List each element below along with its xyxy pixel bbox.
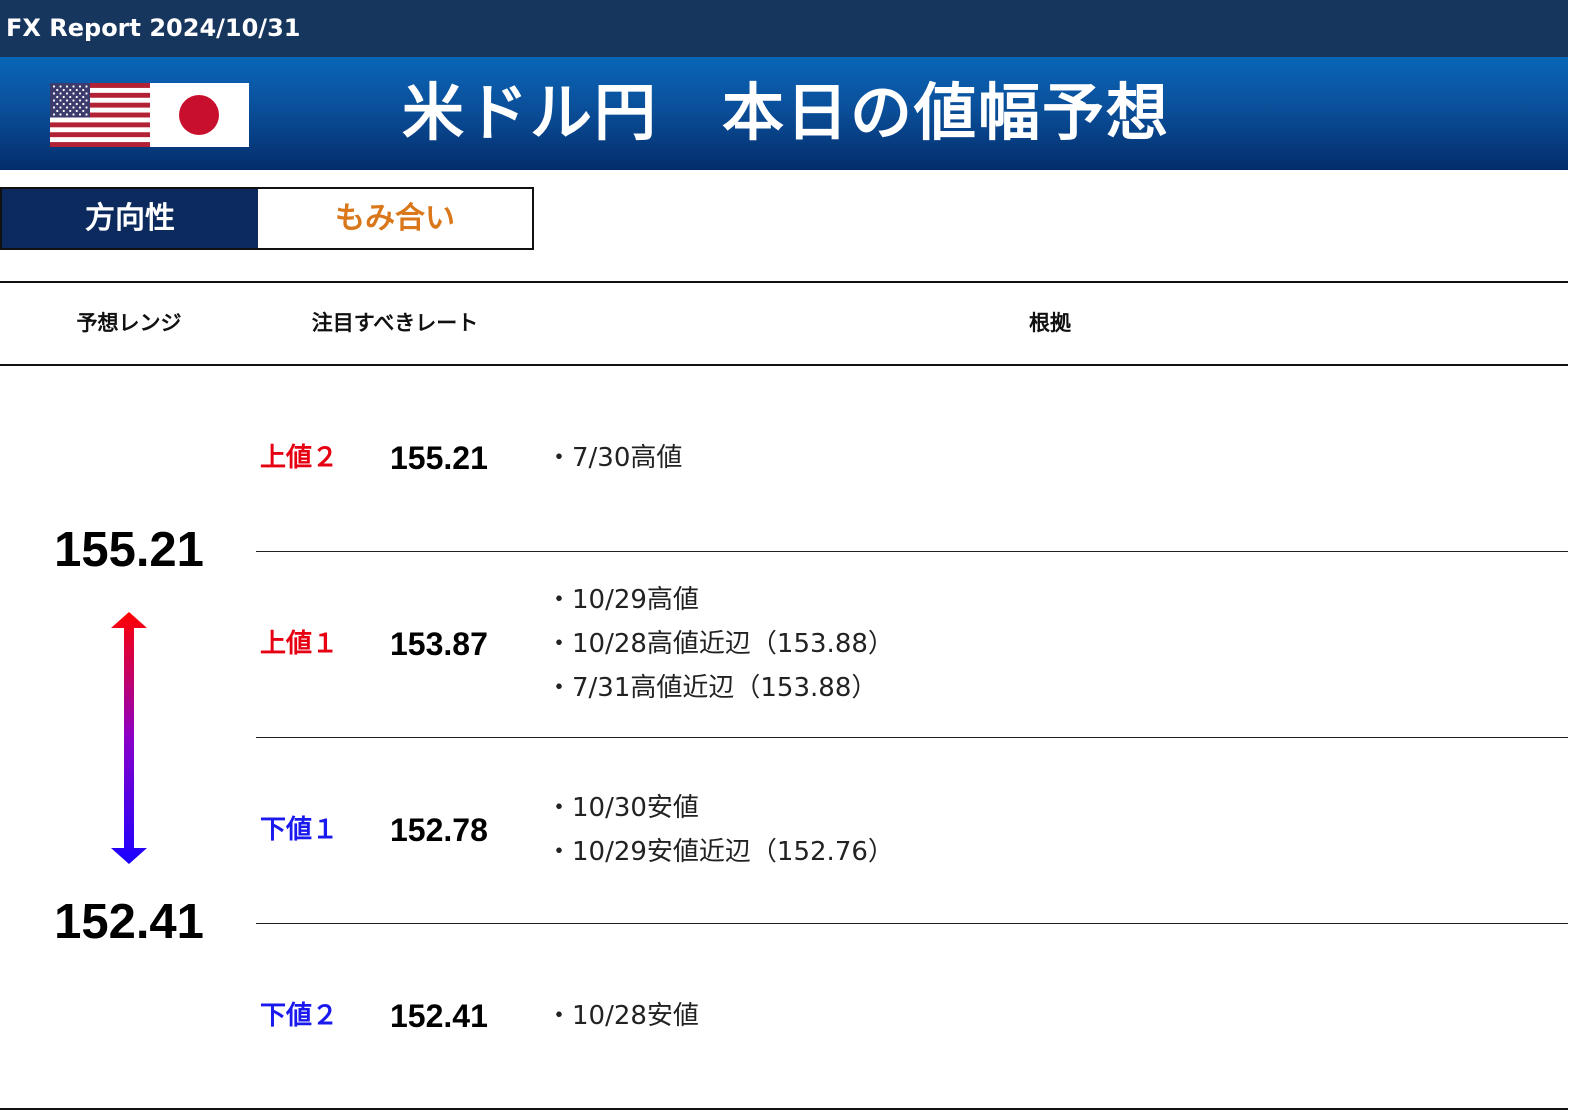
level-label: 上値２ <box>260 443 339 473</box>
header-top-rule <box>0 281 1568 283</box>
reason-list: ・7/30高値 <box>546 436 682 480</box>
row-divider <box>256 923 1568 924</box>
level-rate: 155.21 <box>390 440 488 476</box>
double-arrow-icon <box>111 612 147 864</box>
header-bottom-rule <box>0 364 1568 366</box>
reason-item: ・7/31高値近辺（153.88） <box>546 673 878 703</box>
level-rate: 152.41 <box>390 998 488 1034</box>
level-label: 上値１ <box>260 629 339 659</box>
reason-item: ・10/28安値 <box>546 1001 699 1031</box>
reason-list: ・10/29高値 ・10/28高値近辺（153.88） ・7/31高値近辺（15… <box>546 578 894 710</box>
level-rate: 152.78 <box>390 812 488 848</box>
table-bottom-rule <box>0 1108 1568 1110</box>
reason-item: ・10/30安値 <box>546 793 699 823</box>
range-low: 152.41 <box>54 895 204 949</box>
reason-list: ・10/30安値 ・10/29安値近辺（152.76） <box>546 786 894 874</box>
reason-item: ・10/29安値近辺（152.76） <box>546 837 894 867</box>
us-flag-icon <box>50 83 150 147</box>
title-banner: 米ドル円 本日の値幅予想 <box>0 57 1568 170</box>
reason-item: ・10/28高値近辺（153.88） <box>546 629 894 659</box>
level-rate: 153.87 <box>390 626 488 662</box>
page-title: 米ドル円 本日の値幅予想 <box>402 76 1171 149</box>
japan-flag-sun <box>179 95 219 135</box>
reason-list: ・10/28安値 <box>546 994 699 1038</box>
direction-label: 方向性 <box>2 189 258 248</box>
direction-value: もみ合い <box>335 201 455 236</box>
report-title-bar: FX Report 2024/10/31 <box>0 0 1568 57</box>
row-divider <box>256 551 1568 552</box>
row-divider <box>256 737 1568 738</box>
range-high: 155.21 <box>54 523 204 577</box>
level-label: 下値２ <box>260 1001 339 1031</box>
direction-box: 方向性 もみ合い <box>0 187 534 250</box>
japan-flag-icon <box>150 83 249 147</box>
report-title: FX Report 2024/10/31 <box>6 14 301 42</box>
column-header-range: 予想レンジ <box>76 311 182 335</box>
reason-item: ・10/29高値 <box>546 585 699 615</box>
level-label: 下値１ <box>260 815 339 845</box>
column-header-rate: 注目すべきレート <box>311 311 479 335</box>
column-header-basis: 根拠 <box>1029 311 1071 335</box>
reason-item: ・7/30高値 <box>546 443 683 473</box>
